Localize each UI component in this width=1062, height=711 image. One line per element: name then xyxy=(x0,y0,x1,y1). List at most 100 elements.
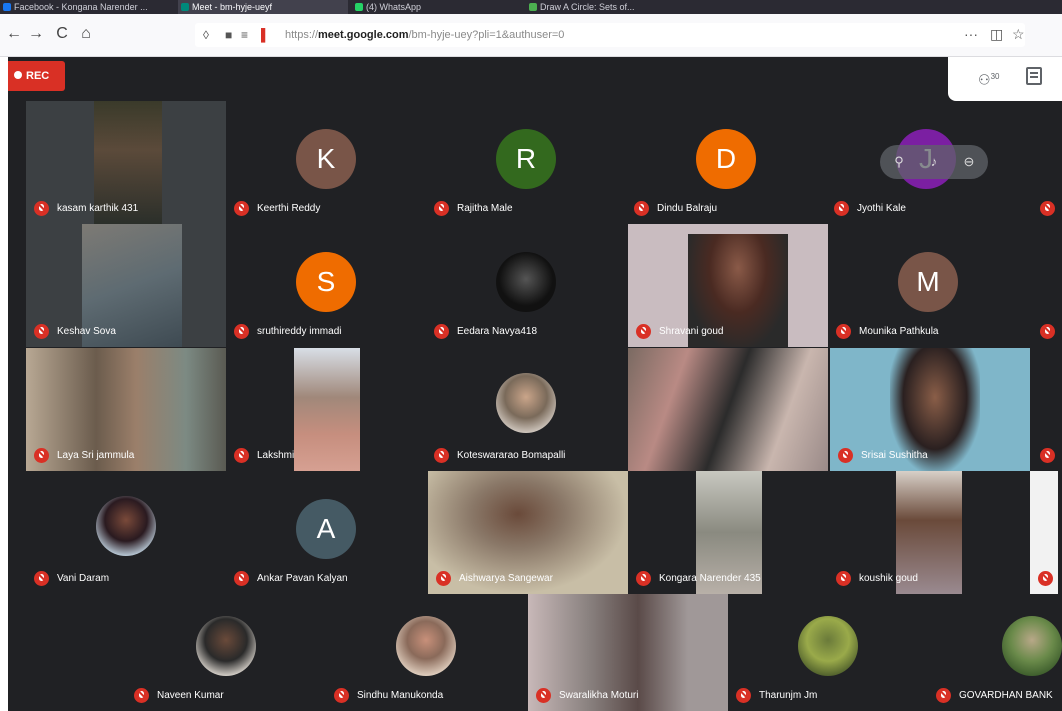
participant-name: Koteswararao Bomapalli xyxy=(457,450,566,461)
page-icon xyxy=(529,3,537,11)
participant-name: Naveen Kumar xyxy=(157,690,224,701)
participant-name: Swaralikha Moturi xyxy=(559,690,639,701)
avatar: D xyxy=(696,129,756,189)
mic-off-icon xyxy=(736,688,751,703)
avatar: K xyxy=(296,129,356,189)
avatar: M xyxy=(898,252,958,312)
participant-name: kasam karthik 431 xyxy=(57,203,139,214)
avatar: S xyxy=(296,252,356,312)
participant-name: koushik goud xyxy=(859,573,918,584)
people-button[interactable]: ⚇30 xyxy=(978,69,999,88)
participant-tile[interactable]: M Mounika Pathkula xyxy=(828,224,1028,347)
chat-icon[interactable] xyxy=(1026,67,1042,85)
offscreen-tile xyxy=(1030,471,1058,594)
pin-icon[interactable]: ⚲ xyxy=(890,153,908,171)
avatar-photo xyxy=(396,616,456,676)
mic-off-icon xyxy=(634,201,649,216)
bookmark-star-icon[interactable]: ☆ xyxy=(1012,24,1025,44)
lock-icon: ■ xyxy=(225,28,233,42)
participant-tile[interactable]: Tharunjm Jm xyxy=(728,594,928,711)
participant-tile[interactable]: S sruthireddy immadi xyxy=(226,224,426,347)
participant-tile[interactable]: Swaralikha Moturi xyxy=(528,594,728,711)
mic-off-icon xyxy=(436,571,451,586)
participant-tile[interactable] xyxy=(628,348,828,471)
shield-icon: ◊ xyxy=(203,28,209,42)
offscreen-tile xyxy=(1034,348,1062,471)
participant-name: Tharunjm Jm xyxy=(759,690,818,701)
whatsapp-icon xyxy=(355,3,363,11)
participant-tile[interactable]: Kongara Narender 435 xyxy=(628,471,828,594)
record-dot-icon xyxy=(14,71,22,79)
participant-tile[interactable]: A Ankar Pavan Kalyan xyxy=(226,471,426,594)
mic-off-icon xyxy=(334,688,349,703)
mic-off-icon xyxy=(34,571,49,586)
mic-off-icon xyxy=(1038,571,1053,586)
participant-tile[interactable]: D Dindu Balraju xyxy=(626,101,826,224)
participant-tile[interactable]: Shravani goud xyxy=(628,224,828,347)
participant-tile[interactable]: Koteswararao Bomapalli xyxy=(426,348,626,471)
participant-name: Srisai Sushitha xyxy=(861,450,928,461)
page-actions-button[interactable]: ··· xyxy=(964,24,978,44)
mic-off-icon xyxy=(636,571,651,586)
browser-tab[interactable]: Draw A Circle: Sets of... xyxy=(526,0,706,14)
participant-tile[interactable]: R Rajitha Male xyxy=(426,101,626,224)
recording-badge: REC xyxy=(8,61,65,91)
participant-tile[interactable]: kasam karthik 431 xyxy=(26,101,226,224)
browser-tab[interactable]: Facebook - Kongana Narender ... xyxy=(0,0,170,14)
home-button[interactable]: ⌂ xyxy=(76,24,96,44)
mic-indicator-icon: ▌ xyxy=(261,28,270,42)
offscreen-tile xyxy=(1034,101,1062,224)
remove-icon[interactable]: ⊖ xyxy=(960,153,978,171)
mic-off-icon xyxy=(234,324,249,339)
participant-tile[interactable]: Lakshmi xyxy=(226,348,426,471)
participant-name: Vani Daram xyxy=(57,573,110,584)
participant-name: Laya Sri jammula xyxy=(57,450,135,461)
avatar-photo xyxy=(496,373,556,433)
url-text: https://meet.google.com/bm-hyje-uey?pli=… xyxy=(285,29,565,41)
back-button[interactable]: ← xyxy=(4,24,24,44)
mic-off-icon xyxy=(1040,201,1055,216)
participant-tile[interactable]: Naveen Kumar xyxy=(126,594,326,711)
meet-icon xyxy=(181,3,189,11)
participant-tile[interactable]: Aishwarya Sangewar xyxy=(428,471,628,594)
participant-video xyxy=(294,348,360,471)
mic-off-icon xyxy=(34,201,49,216)
participant-tile[interactable]: Eedara Navya418 xyxy=(426,224,626,347)
participant-video xyxy=(628,348,828,471)
tile-hover-controls: ⚲ ♪ ⊖ xyxy=(880,145,988,179)
participant-name: Shravani goud xyxy=(659,326,724,337)
participant-name: Keerthi Reddy xyxy=(257,203,321,214)
meet-top-right-panel: ⚇30 xyxy=(948,57,1062,101)
mic-off-icon xyxy=(434,324,449,339)
mic-off-icon xyxy=(636,324,651,339)
participant-name: Lakshmi xyxy=(257,450,295,461)
participant-name: Jyothi Kale xyxy=(857,203,906,214)
participant-tile[interactable]: koushik goud xyxy=(828,471,1028,594)
pocket-icon[interactable]: ◫ xyxy=(990,24,1003,44)
browser-tab[interactable]: (4) WhatsApp xyxy=(352,0,522,14)
mic-off-icon xyxy=(34,324,49,339)
participant-tile[interactable]: Laya Sri jammula xyxy=(26,348,226,471)
mic-off-icon xyxy=(234,201,249,216)
url-bar[interactable]: ◊ ■ ≡ ▌ https://meet.google.com/bm-hyje-… xyxy=(195,23,1025,47)
participant-tile[interactable]: Srisai Sushitha xyxy=(830,348,1030,471)
avatar-photo xyxy=(196,616,256,676)
avatar-photo xyxy=(798,616,858,676)
participant-tile[interactable]: Keshav Sova xyxy=(26,224,226,347)
facebook-icon xyxy=(3,3,11,11)
participant-tile[interactable]: Sindhu Manukonda xyxy=(326,594,526,711)
participant-name: Aishwarya Sangewar xyxy=(459,573,553,584)
participant-tile[interactable]: K Keerthi Reddy xyxy=(226,101,426,224)
browser-tab-active[interactable]: Meet - bm-hyje-ueyf xyxy=(178,0,348,14)
participant-tile[interactable]: GOVARDHAN BANK xyxy=(928,594,1062,711)
permissions-icon: ≡ xyxy=(241,28,249,42)
reload-button[interactable]: C xyxy=(52,24,72,44)
mic-off-icon xyxy=(1040,448,1055,463)
mic-off-icon xyxy=(836,324,851,339)
mic-off-icon xyxy=(836,571,851,586)
forward-button[interactable]: → xyxy=(26,24,46,44)
mute-icon[interactable]: ♪ xyxy=(925,153,943,171)
mic-off-icon xyxy=(434,201,449,216)
participant-tile[interactable]: Vani Daram xyxy=(26,471,226,594)
participant-name: Sindhu Manukonda xyxy=(357,690,444,701)
